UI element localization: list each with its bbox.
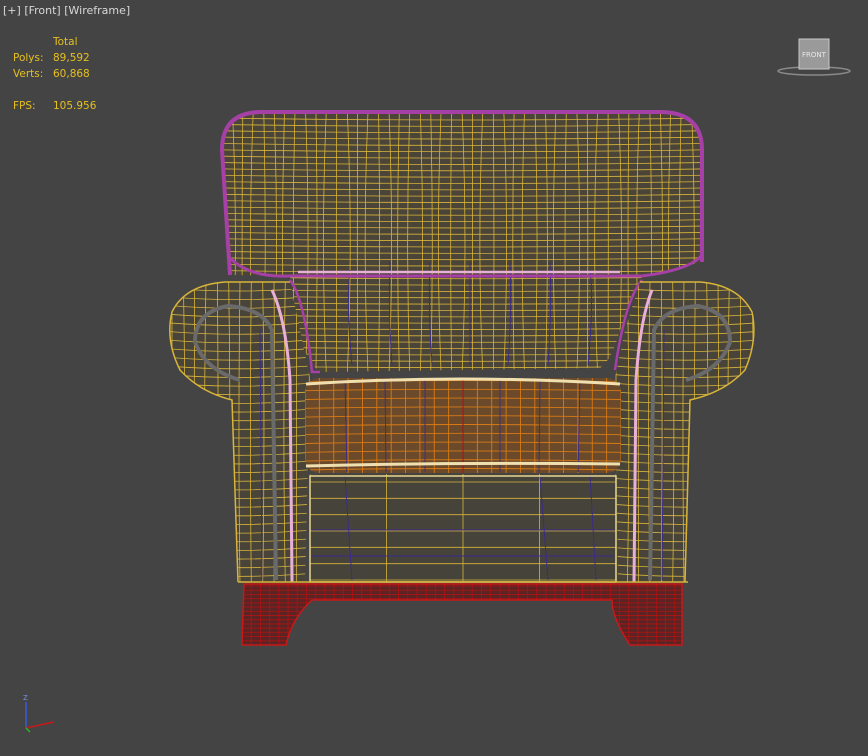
- x-axis-line: [25, 721, 55, 729]
- wire-edge: [694, 282, 696, 582]
- axis-gizmo: Z: [23, 694, 55, 733]
- wire-edge: [216, 282, 219, 582]
- armchair-wireframe-mesh: [169, 110, 755, 646]
- y-axis-line: [25, 727, 31, 733]
- wire-edge: [717, 282, 719, 582]
- front-viewport[interactable]: [+] [Front] [Wireframe] Total Polys: 89,5…: [0, 0, 868, 756]
- base-wire: [242, 584, 682, 645]
- seat-cushion-wire: [305, 378, 621, 473]
- front-panel-wire: [310, 474, 616, 582]
- z-axis-label: Z: [23, 694, 28, 702]
